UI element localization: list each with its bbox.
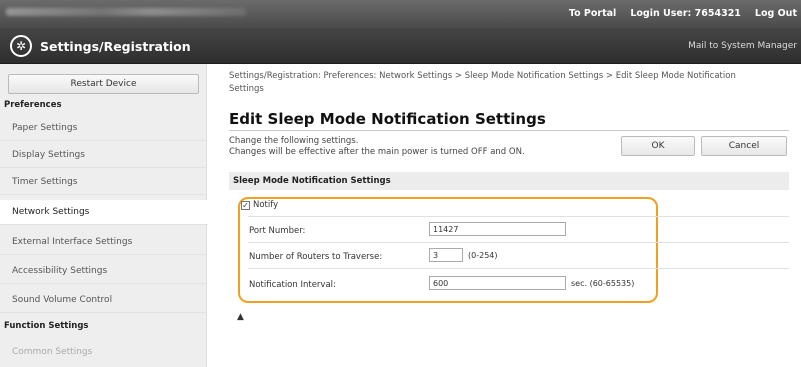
- to-portal-link[interactable]: To Portal: [569, 8, 616, 19]
- notify-label: Notify: [253, 200, 279, 210]
- sidebar-item-external-interface-settings[interactable]: External Interface Settings: [0, 230, 207, 255]
- blurred-device-info: [6, 8, 246, 16]
- top-links: To Portal Login User: 7654321 Log Out: [569, 8, 797, 19]
- sidebar-item-paper-settings[interactable]: Paper Settings: [0, 116, 207, 141]
- notification-interval-label: Notification Interval:: [249, 280, 336, 290]
- login-user-label: Login User: 7654321: [630, 8, 741, 19]
- description: Change the following settings. Changes w…: [229, 136, 525, 158]
- sidebar-item-accessibility-settings[interactable]: Accessibility Settings: [0, 259, 207, 284]
- interval-unit-hint: sec. (60-65535): [571, 279, 635, 288]
- description-line-1: Change the following settings.: [229, 136, 359, 146]
- mail-system-manager-link[interactable]: Mail to System Manager: [688, 41, 797, 51]
- notify-checkbox[interactable]: ✓: [241, 201, 250, 210]
- login-user-id: 7654321: [694, 8, 741, 19]
- page-header-title: Settings/Registration: [40, 39, 191, 54]
- port-number-input[interactable]: [429, 222, 566, 236]
- title-divider: [229, 130, 789, 131]
- notification-interval-input[interactable]: [429, 276, 566, 290]
- port-number-label: Port Number:: [249, 226, 306, 236]
- routers-to-traverse-label: Number of Routers to Traverse:: [249, 252, 383, 262]
- sidebar: Restart Device Preferences Paper Setting…: [0, 64, 208, 367]
- sidebar-item-timer-settings[interactable]: Timer Settings: [0, 170, 207, 195]
- sidebar-item-display-settings[interactable]: Display Settings: [0, 143, 207, 168]
- row-divider: [248, 268, 789, 269]
- breadcrumb: Settings/Registration: Preferences: Netw…: [229, 71, 736, 94]
- section-header: Sleep Mode Notification Settings: [229, 172, 789, 190]
- back-to-top-icon[interactable]: ▲: [237, 312, 244, 322]
- cancel-button[interactable]: Cancel: [701, 136, 787, 156]
- sidebar-item-network-settings[interactable]: Network Settings: [0, 200, 208, 225]
- sidebar-section-function-settings: Function Settings: [4, 321, 89, 331]
- sidebar-item-common-settings[interactable]: Common Settings: [0, 340, 207, 365]
- settings-logo-icon: ✲: [10, 35, 32, 57]
- sidebar-section-preferences: Preferences: [4, 100, 62, 110]
- ok-button[interactable]: OK: [621, 136, 695, 156]
- page-title: Edit Sleep Mode Notification Settings: [229, 110, 546, 128]
- routers-range-hint: (0-254): [468, 251, 498, 260]
- logout-link[interactable]: Log Out: [755, 8, 797, 19]
- routers-to-traverse-input[interactable]: [429, 248, 463, 262]
- restart-device-button[interactable]: Restart Device: [8, 74, 199, 94]
- top-bar: To Portal Login User: 7654321 Log Out: [0, 0, 801, 28]
- sidebar-item-sound-volume-control[interactable]: Sound Volume Control: [0, 288, 207, 313]
- description-line-2: Changes will be effective after the main…: [229, 147, 525, 157]
- row-divider: [248, 242, 789, 243]
- title-bar: ✲ Settings/Registration Mail to System M…: [0, 28, 801, 64]
- row-divider: [248, 216, 789, 217]
